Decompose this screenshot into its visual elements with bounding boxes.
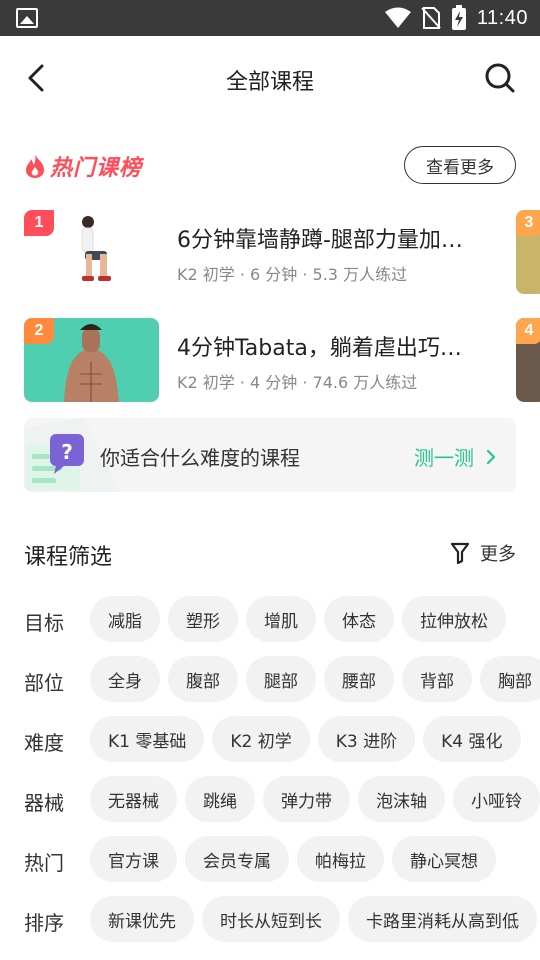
filter-row-label: 热门 — [24, 851, 64, 875]
quiz-button[interactable]: 测一测 — [414, 442, 496, 471]
flame-icon — [26, 154, 44, 178]
filter-chip-list: 无器械 跳绳 弹力带 泡沫轴 小哑铃 — [90, 776, 540, 822]
filter-chip[interactable]: 腿部 — [246, 656, 316, 702]
filter-chip[interactable]: K3 进阶 — [317, 716, 416, 762]
filter-chip[interactable]: 无器械 — [90, 776, 177, 822]
wifi-icon — [384, 7, 411, 28]
filter-chip-list: 全身 腹部 腿部 腰部 背部 胸部 — [90, 656, 540, 702]
filter-row-label: 器械 — [24, 791, 64, 815]
filter-chip[interactable]: 静心冥想 — [392, 836, 496, 882]
filter-chip[interactable]: 新课优先 — [90, 896, 194, 942]
filter-chip-list: 新课优先 时长从短到长 卡路里消耗从高到低 — [90, 896, 537, 942]
svg-text:?: ? — [61, 440, 73, 464]
filter-chip[interactable]: 泡沫轴 — [358, 776, 445, 822]
rank-badge: 2 — [24, 318, 54, 344]
filter-row: 目标 减脂 塑形 增肌 体态 拉伸放松 — [0, 596, 540, 644]
filter-row-label: 部位 — [24, 671, 64, 695]
filter-chip[interactable]: 时长从短到长 — [202, 896, 340, 942]
hot-course-item[interactable]: 2 4分钟Tabata，躺着虐出巧… K2 初学 · 4 分钟 · 74.6 万… — [24, 318, 494, 402]
filter-chip-list: 官方课 会员专属 帕梅拉 静心冥想 — [90, 836, 496, 882]
hot-courses-header: 热门课榜 查看更多 — [24, 146, 516, 184]
hot-course-item[interactable]: 1 6分钟靠墙静蹲-腿部力量加… K2 初学 · 6 分钟 · 5.3 万人练过 — [24, 210, 494, 294]
filter-chip[interactable]: 卡路里消耗从高到低 — [348, 896, 537, 942]
filter-icon — [450, 542, 470, 564]
course-meta: K2 初学 · 6 分钟 · 5.3 万人练过 — [177, 265, 408, 284]
filter-chip[interactable]: 体态 — [324, 596, 394, 642]
filter-chip[interactable]: 背部 — [402, 656, 472, 702]
filter-chip[interactable]: K4 强化 — [423, 716, 521, 762]
filter-chip[interactable]: 官方课 — [90, 836, 177, 882]
filter-chip-list: 减脂 塑形 增肌 体态 拉伸放松 — [90, 596, 506, 642]
status-bar: 11:40 — [0, 0, 540, 36]
course-title: 6分钟靠墙静蹲-腿部力量加… — [177, 228, 463, 253]
see-more-button[interactable]: 查看更多 — [404, 146, 516, 184]
filter-chip[interactable]: 全身 — [90, 656, 160, 702]
filter-title: 课程筛选 — [24, 545, 113, 570]
filter-row-label: 排序 — [24, 911, 64, 935]
filter-more-button[interactable]: 更多 — [450, 540, 516, 566]
hot-courses-title: 热门课榜 — [24, 150, 142, 182]
filter-chip[interactable]: 拉伸放松 — [402, 596, 506, 642]
search-icon[interactable] — [484, 62, 516, 94]
quiz-prompt: 你适合什么难度的课程 — [100, 446, 300, 470]
filter-row: 器械 无器械 跳绳 弹力带 泡沫轴 小哑铃 — [0, 776, 540, 824]
filter-chip[interactable]: 塑形 — [168, 596, 238, 642]
course-filter-header: 课程筛选 更多 — [24, 536, 516, 572]
filter-row: 排序 新课优先 时长从短到长 卡路里消耗从高到低 — [0, 896, 540, 944]
filter-row-label: 目标 — [24, 611, 64, 635]
clock: 11:40 — [476, 6, 528, 29]
filter-row-label: 难度 — [24, 731, 64, 755]
filter-chip-list: K1 零基础 K2 初学 K3 进阶 K4 强化 — [90, 716, 521, 762]
course-meta: K2 初学 · 4 分钟 · 74.6 万人练过 — [177, 373, 418, 392]
chevron-right-icon — [486, 449, 496, 464]
filter-chip[interactable]: 增肌 — [246, 596, 316, 642]
top-navbar: 全部课程 — [0, 36, 540, 122]
filter-chip[interactable]: 腹部 — [168, 656, 238, 702]
battery-charging-icon — [451, 5, 466, 30]
filter-row: 难度 K1 零基础 K2 初学 K3 进阶 K4 强化 — [0, 716, 540, 764]
filter-chip[interactable]: 帕梅拉 — [297, 836, 384, 882]
filter-chip[interactable]: 减脂 — [90, 596, 160, 642]
filter-chip[interactable]: 会员专属 — [185, 836, 289, 882]
image-notification-icon — [16, 8, 38, 28]
no-sim-icon — [421, 7, 441, 29]
filter-chip[interactable]: 小哑铃 — [453, 776, 540, 822]
rank-badge: 4 — [516, 318, 540, 344]
course-title: 4分钟Tabata，躺着虐出巧… — [177, 336, 462, 361]
rank-badge: 1 — [24, 210, 54, 236]
filter-chip[interactable]: K2 初学 — [212, 716, 310, 762]
difficulty-quiz-banner[interactable]: ? 你适合什么难度的课程 测一测 — [24, 418, 516, 492]
filter-chip[interactable]: 胸部 — [480, 656, 540, 702]
hot-course-item-peek[interactable]: 3 — [516, 210, 540, 294]
filter-row: 热门 官方课 会员专属 帕梅拉 静心冥想 — [0, 836, 540, 884]
filter-chip[interactable]: 跳绳 — [185, 776, 255, 822]
filter-chip[interactable]: 腰部 — [324, 656, 394, 702]
rank-badge: 3 — [516, 210, 540, 236]
filter-chip[interactable]: K1 零基础 — [90, 716, 205, 762]
hot-course-item-peek[interactable]: 4 — [516, 318, 540, 402]
filter-row: 部位 全身 腹部 腿部 腰部 背部 胸部 — [0, 656, 540, 704]
filter-chip[interactable]: 弹力带 — [263, 776, 350, 822]
page-title: 全部课程 — [225, 70, 314, 95]
